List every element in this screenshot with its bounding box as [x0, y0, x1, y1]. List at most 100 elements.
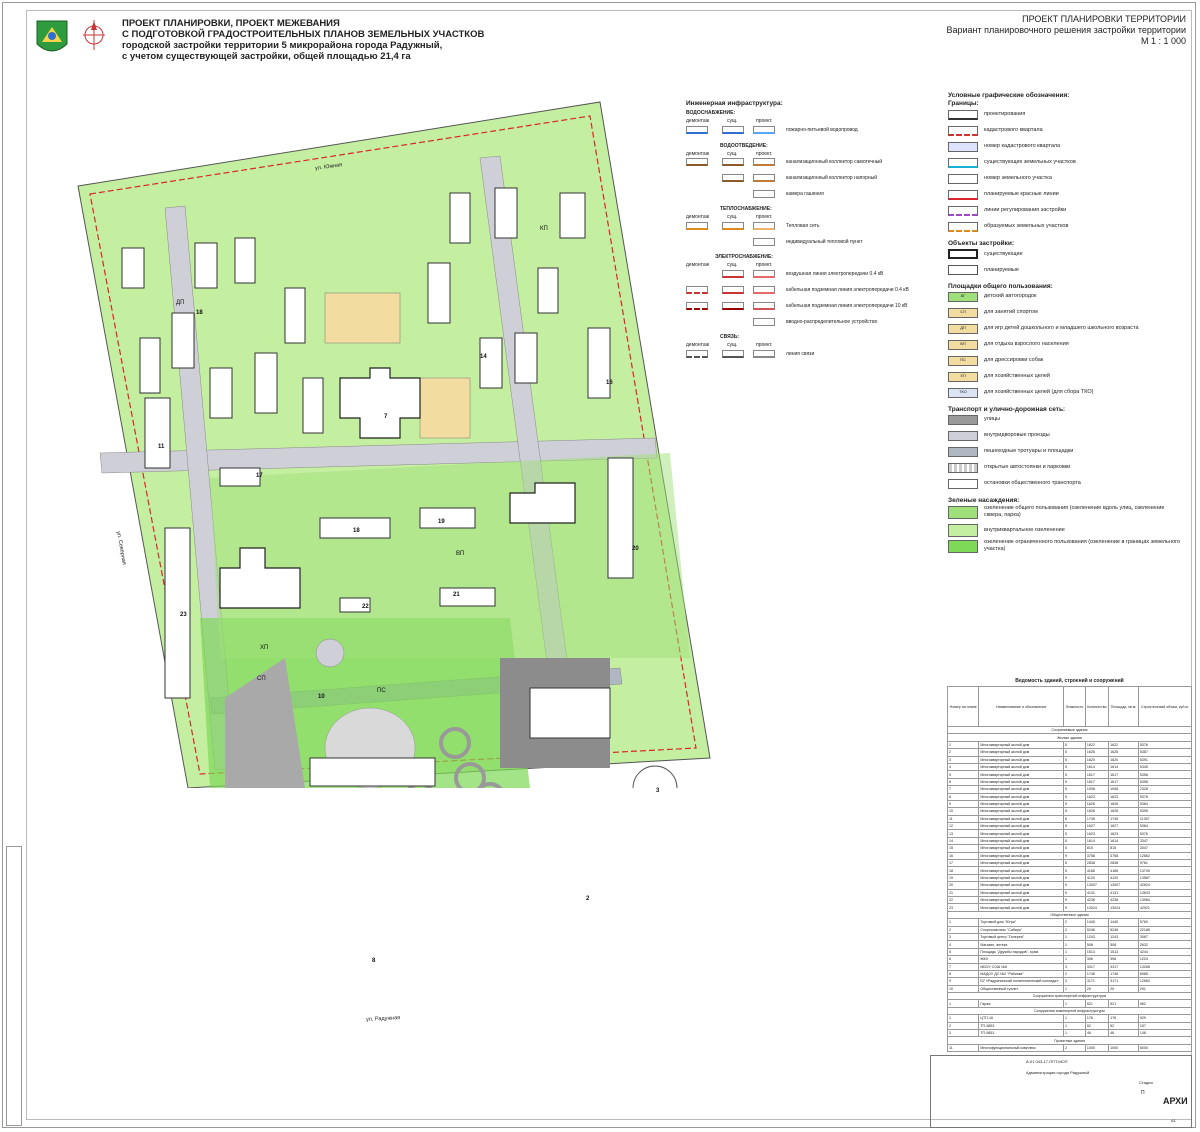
table-cell: 1746: [1108, 969, 1139, 979]
col-demolition: демонтаж: [686, 151, 710, 157]
legend-yard-driveways: внутридворовые проезды: [984, 432, 1050, 438]
table-cell: Многоквартирный жилой дом: [978, 859, 1065, 868]
table-cell: Многоквартирный жилой дом: [978, 799, 1065, 809]
table-cell: Торговый дом "Югра": [978, 918, 1065, 927]
table-cell: 11: [946, 1043, 980, 1053]
legend-group-green: Зеленые насаждения:: [948, 497, 1020, 504]
table-section-row: Общественные здания: [947, 910, 1192, 920]
col-project: проект.: [756, 118, 773, 124]
table-cell: 1617: [1084, 770, 1110, 779]
table-row: 11 Многоквартирный жилой дом 6 1745 1745 1135…: [946, 814, 1193, 824]
table-cell: 1: [1063, 1021, 1086, 1031]
legend-dog-training: для дрессировки собак: [984, 357, 1044, 363]
table-cell: 1746: [1084, 969, 1110, 979]
table-cell: 42921: [1137, 903, 1193, 912]
table-cell: 1: [1063, 999, 1086, 1008]
table-row: 4 Многоквартирный жилой дом 5 1614 1614 5345: [946, 762, 1193, 772]
map-number-17: 17: [256, 473, 263, 479]
table-row: 1 ЦТП-16 1 176 176 929: [946, 1014, 1193, 1023]
table-cell: 12683: [1137, 977, 1193, 986]
code-ag: АГ: [948, 292, 978, 302]
legend-children-play: для игр детей дошкольного и младшего шко…: [984, 325, 1139, 331]
table-row: 2 Многоквартирный жилой дом 5 1626 1626 5387: [946, 748, 1193, 757]
table-cell: 7: [946, 785, 980, 794]
table-cell: Многоквартирный жилой дом: [978, 836, 1065, 846]
table-cell: 521: [1084, 999, 1110, 1008]
table-cell: 5: [1063, 755, 1086, 764]
table-row: 6 ЖКХ 1 306 306 1224: [946, 955, 1193, 964]
table-cell: 6000: [1137, 1043, 1193, 1053]
table-cell: 15: [946, 844, 980, 853]
table-cell: 14: [946, 836, 980, 846]
table-cell: 1627: [1084, 822, 1110, 831]
code-vp: ВП: [456, 551, 465, 557]
table-cell: 5387: [1137, 748, 1193, 757]
table-cell: 148: [1137, 1028, 1193, 1038]
legend-cable-10: кабельная подземная линия электропередач…: [786, 303, 908, 309]
table-cell: Многоквартирный жилой дом: [978, 755, 1065, 764]
city-emblem-icon: [36, 20, 68, 52]
table-cell: 3171: [1084, 977, 1110, 986]
col-project: проект.: [756, 151, 773, 157]
col-existing: сущ.: [727, 214, 738, 220]
table-cell: 1: [1063, 940, 1086, 949]
table-cell: 13024: [1084, 903, 1110, 912]
table-section-row: Сооружения транспортной инфраструктуры: [947, 992, 1192, 1001]
table-row: 13 Многоквартирный жилой дом 5 1623 1623 5376: [946, 829, 1193, 838]
table-row: 9 БУ «Радужнинский политехнический коллед…: [946, 977, 1193, 986]
table-cell: Многоквартирный жилой дом: [978, 851, 1065, 861]
legend-public-green: озеленение общего пользования (озеленени…: [984, 505, 1165, 518]
table-cell: 13: [946, 829, 980, 838]
map-number-18b: 18: [353, 528, 360, 534]
table-cell: 6: [1063, 814, 1086, 824]
col-existing: сущ.: [727, 151, 738, 157]
table-cell: 6985: [1137, 969, 1193, 979]
table-cell: 291: [1137, 984, 1193, 994]
table-cell: 5345: [1137, 762, 1193, 772]
table-cell: 8: [946, 969, 980, 979]
table-cell: 1: [946, 999, 980, 1008]
table-cell: 9: [1063, 903, 1086, 912]
table-cell: 9: [1063, 866, 1086, 875]
table-section-label: Сохраняемые здания: [947, 725, 1192, 735]
table-cell: 1: [946, 1014, 980, 1023]
table-cell: 9: [1063, 888, 1086, 898]
table-cell: Многофункциональный комплекс: [978, 1043, 1065, 1053]
table-row: 4 Магазин, аптека 1 508 508 2632: [946, 940, 1193, 949]
legend-group-borders: Границы:: [948, 100, 979, 107]
table-cell: Магазин, аптека: [978, 940, 1065, 949]
legend-parking: открытые автостоянки и парковки: [984, 464, 1071, 470]
buildings-table: Номер на плане Наименование и обозначени…: [946, 686, 1193, 1053]
table-cell: 5760: [1137, 918, 1193, 927]
approval-strip: [6, 846, 22, 1126]
map-number-18: 18: [196, 310, 203, 316]
code-hp: ХП: [260, 645, 269, 651]
school-yard: [419, 377, 471, 439]
legend-cable-04: кабельная подземная линия электропередач…: [786, 287, 909, 293]
table-cell: 5: [1063, 740, 1086, 750]
table-cell: 2: [946, 1021, 980, 1031]
table-row: 21 Многоквартирный жилой дом 9 4131 4131 1363…: [946, 888, 1193, 898]
legend-inner-green: внутриквартальное озеленение: [984, 527, 1065, 533]
table-cell: 4244: [1137, 947, 1193, 957]
legend-switchgear: вводно-распределительное устройство: [786, 319, 878, 325]
table-cell: 13268: [1137, 962, 1193, 971]
table-cell: 1623: [1108, 829, 1139, 838]
table-cell: 1: [946, 740, 980, 750]
table-cell: Многоквартирный жилой дом: [978, 814, 1065, 824]
table-cell: 5384: [1137, 799, 1193, 809]
stamp-client: Администрация города Радужный: [1026, 1070, 1090, 1075]
table-cell: 10: [946, 807, 980, 816]
table-section-row: Жилые здания: [947, 733, 1192, 742]
map-number-22: 22: [362, 604, 369, 610]
table-cell: МБОУ СОШ №6: [978, 962, 1065, 971]
col-project: проект.: [756, 262, 773, 268]
table-row: 22 Многоквартирный жилой дом 9 4238 4238 1398…: [946, 895, 1193, 905]
table-cell: 8: [946, 792, 980, 801]
legend-kids-autotown: детский автогородок: [984, 293, 1037, 299]
table-cell: 46: [1084, 1028, 1110, 1038]
table-cell: 9: [946, 799, 980, 809]
col-demolition: демонтаж: [686, 262, 710, 268]
table-cell: 13007: [1084, 881, 1110, 890]
stamp-format: А1: [1171, 1118, 1176, 1123]
